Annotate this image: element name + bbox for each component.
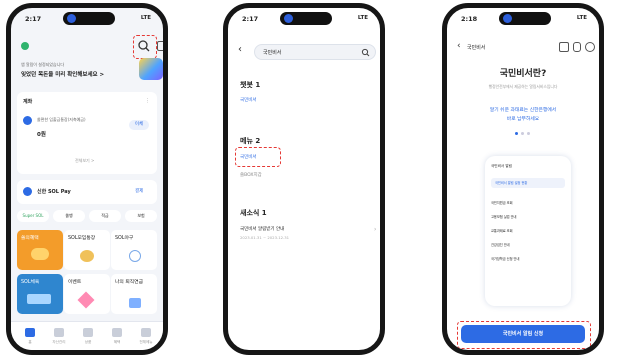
search-highlight-box — [133, 35, 157, 59]
signal-indicator: LTE — [140, 15, 151, 21]
sol-pay-label: 신한 SOL Pay — [37, 189, 71, 195]
view-all-link[interactable]: 전체보기 > — [75, 158, 94, 164]
page-indicator — [515, 132, 531, 135]
quick-pills: Super SOL 쏠뱅 적금 보험 — [17, 210, 157, 224]
news-item-title[interactable]: 국민비서 알림받기 안내 — [240, 226, 284, 232]
status-bar: 2:17 LTE — [228, 12, 380, 26]
asset-icon[interactable] — [54, 328, 64, 337]
nav-asset-label: 자산관리 — [52, 340, 66, 344]
pill-1[interactable]: 쏠뱅 — [53, 210, 85, 222]
preview-header: 국민비서 알림 — [491, 164, 512, 168]
tile-label: SOL체육 — [21, 280, 40, 285]
page-title: 국민비서란? — [499, 69, 547, 79]
preview-row: 국민지원금 조회 — [491, 201, 513, 205]
product-icon[interactable] — [83, 328, 93, 337]
account-section-title: 계좌 — [23, 99, 33, 105]
tile-baseball[interactable]: SOL야구 — [111, 230, 157, 270]
header-title: 국민비서 — [467, 45, 486, 51]
hero-title[interactable]: 잊었던 목돈을 미리 확인해보세요 > — [21, 70, 104, 78]
tile-label: 이벤트 — [68, 280, 82, 285]
nav-home-label: 홈 — [28, 340, 32, 344]
account-card: 계좌 ⋮ 쏠편한 입출금통장(저축예금) 0원 이체 전체보기 > — [17, 92, 157, 174]
dynamic-island — [63, 12, 115, 25]
menu-section-title: 메뉴 2 — [240, 137, 261, 145]
preview-phone-mockup: 국민비서 알림 국민비서 알림 설정 현황 국민지원금 조회 고용보험 실업 안… — [485, 156, 571, 306]
page-description: 행정안전부에서 제공하는 알림서비스입니다 — [488, 84, 558, 89]
chevron-right-icon: › — [374, 226, 377, 233]
bank-logo-icon — [23, 116, 32, 125]
pension-icon — [129, 298, 141, 308]
more-options-icon[interactable]: ⋮ — [145, 98, 150, 104]
account-name[interactable]: 쏠편한 입출금통장(저축예금) — [37, 117, 86, 123]
app-logo-icon — [21, 42, 29, 50]
transfer-button[interactable]: 이체 — [129, 120, 149, 130]
benefit-icon[interactable] — [112, 328, 122, 337]
phone-detail-screen: 2:18 LTE ‹ 국민비서 국민비서란? 행정안전부에서 제공하는 알림서비… — [442, 3, 604, 355]
highlight-line-2: 바로 납부하세요 — [506, 117, 540, 122]
status-time: 2:17 — [25, 15, 42, 23]
coin-icon — [31, 248, 49, 260]
status-bar: 2:17 LTE — [11, 12, 163, 26]
preview-row: 건강검진 안내 — [491, 243, 510, 247]
preview-row: 교통과태료 조회 — [491, 229, 513, 233]
search-input-value: 국민비서 — [263, 50, 282, 56]
menu-result-secondary[interactable]: 쏠BOX지갑 — [240, 172, 262, 178]
home-icon[interactable] — [25, 328, 35, 337]
chat-icon[interactable] — [157, 41, 163, 51]
card-icon — [27, 294, 51, 304]
tile-pension[interactable]: 나의 퇴직연금 — [111, 274, 157, 314]
bottom-nav: 홈 자산관리 상품 혜택 전체메뉴 — [11, 321, 163, 350]
search-input[interactable]: 국민비서 — [254, 44, 376, 60]
pay-button[interactable]: 결제 — [135, 188, 143, 194]
news-item-date: 2023.01.31 ~ 2023.12.31 — [240, 235, 290, 240]
signal-indicator: LTE — [576, 15, 587, 21]
tile-label: SOL야구 — [115, 236, 134, 241]
menu-icon[interactable] — [141, 328, 151, 337]
chatbot-result[interactable]: 국민비서 — [240, 97, 257, 103]
pill-super-sol[interactable]: Super SOL — [17, 210, 49, 222]
chatbot-section-title: 챗봇 1 — [240, 81, 261, 89]
preview-row: 고용보험 실업 안내 — [491, 215, 517, 219]
status-time: 2:17 — [242, 15, 259, 23]
hero-subtext: 앱 알림이 설정되었습니다 — [21, 62, 65, 67]
home-icon[interactable] — [585, 42, 595, 52]
status-bar: 2:18 LTE — [447, 12, 599, 26]
status-time: 2:18 — [461, 15, 478, 23]
back-arrow-icon[interactable]: ‹ — [238, 44, 242, 55]
search-icon — [361, 48, 370, 57]
people-icon — [80, 250, 94, 262]
piggy-illustration — [139, 58, 163, 80]
phone-search-screen: 2:17 LTE ‹ 국민비서 챗봇 1 국민비서 메뉴 2 국민비서 쏠BOX… — [223, 3, 385, 355]
chat-icon[interactable] — [559, 42, 569, 52]
ball-icon — [129, 250, 141, 262]
tile-label: 쏠의혜택 — [21, 236, 39, 241]
highlight-line-1: 알기 쉬운 과태료는 신한은행에서 — [489, 108, 557, 113]
back-arrow-icon[interactable]: ‹ — [457, 41, 461, 51]
dynamic-island — [499, 12, 551, 25]
tile-label: 나의 퇴직연금 — [115, 280, 144, 285]
nav-benefit-label: 혜택 — [113, 340, 121, 344]
sol-pay-icon — [23, 187, 32, 196]
tile-sports[interactable]: SOL체육 — [17, 274, 63, 314]
signal-indicator: LTE — [357, 15, 368, 21]
account-balance: 0원 — [37, 132, 46, 138]
news-section-title: 새소식 1 — [240, 209, 267, 217]
preview-row: 국가장학금 신청 안내 — [491, 257, 520, 261]
mic-icon[interactable] — [573, 42, 581, 52]
tile-event[interactable]: 이벤트 — [64, 274, 110, 314]
tile-group-account[interactable]: SOL모임통장 — [64, 230, 110, 270]
preview-banner: 국민비서 알림 설정 현황 — [491, 178, 565, 188]
tile-benefit[interactable]: 쏠의혜택 — [17, 230, 63, 270]
party-icon — [77, 291, 95, 309]
menu-highlight-box — [235, 147, 281, 167]
phone-home-screen: 2:17 LTE 앱 알림이 설정되었습니다 잊었던 목돈을 미리 확인해보세요… — [6, 3, 168, 355]
dynamic-island — [280, 12, 332, 25]
cta-highlight-box — [457, 321, 591, 349]
tile-label: SOL모임통장 — [68, 236, 96, 241]
pill-2[interactable]: 적금 — [89, 210, 121, 222]
nav-product-label: 상품 — [84, 340, 92, 344]
nav-menu-label: 전체메뉴 — [139, 340, 153, 344]
sol-pay-card[interactable]: 신한 SOL Pay 결제 — [17, 180, 157, 204]
pill-3[interactable]: 보험 — [125, 210, 157, 222]
